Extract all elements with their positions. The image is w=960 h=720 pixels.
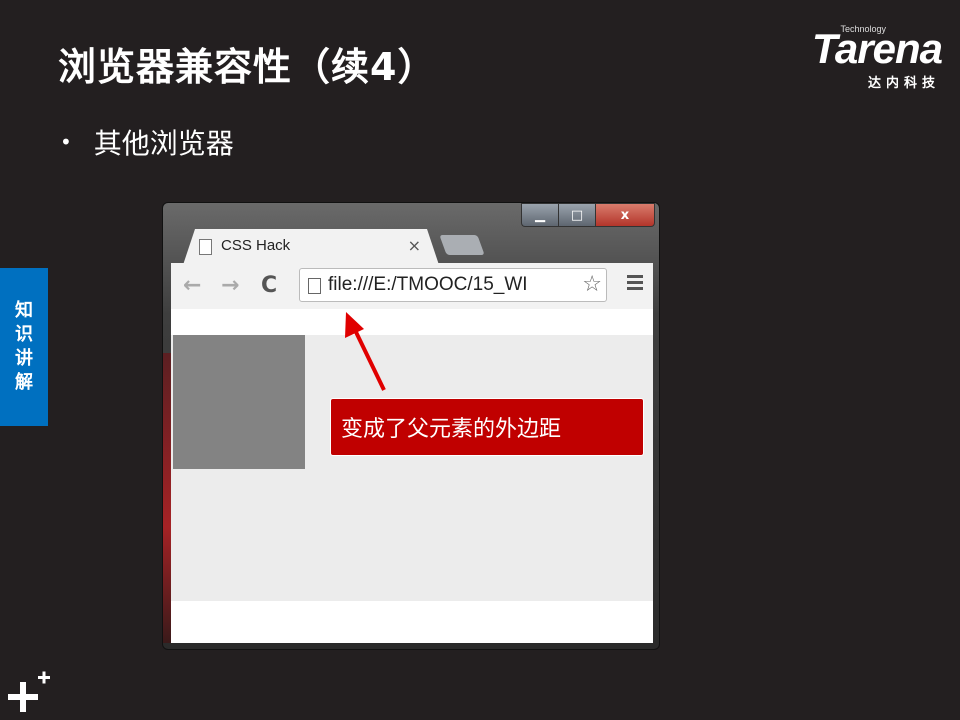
forward-arrow-icon[interactable]: →	[221, 273, 239, 298]
side-tab-char: 解	[15, 372, 33, 393]
tab-title: CSS Hack	[221, 237, 291, 254]
address-bar[interactable]: ☆	[299, 268, 607, 302]
plus-plus-icon	[8, 671, 50, 712]
new-tab-button[interactable]	[439, 235, 485, 255]
slide-title: 浏览器兼容性（续4）	[58, 45, 437, 89]
side-tab: 知 识 讲 解	[0, 268, 48, 426]
page-icon	[199, 239, 212, 255]
side-tab-char: 识	[15, 324, 33, 345]
annotation-callout: 变成了父元素的外边距	[330, 398, 644, 456]
child-box	[173, 335, 305, 469]
page-viewport	[171, 309, 653, 643]
browser-toolbar: ← → C ☆	[171, 263, 653, 309]
bullet-dot-icon: •	[60, 130, 72, 154]
side-tab-char: 讲	[15, 348, 33, 369]
maximize-button[interactable]: □	[558, 203, 595, 227]
minimize-button[interactable]: ▁	[521, 203, 558, 227]
logo-brand: Tarena	[811, 25, 943, 72]
menu-icon[interactable]	[627, 275, 643, 293]
browser-tab[interactable]: CSS Hack ×	[183, 229, 439, 265]
bullet-item: • 其他浏览器	[60, 122, 234, 162]
bookmark-star-icon[interactable]: ☆	[582, 272, 602, 297]
address-input[interactable]	[328, 272, 574, 298]
side-tab-char: 知	[15, 300, 33, 321]
page-icon	[308, 278, 321, 294]
reload-icon[interactable]: C	[261, 273, 277, 298]
logo-cn: 达内科技	[867, 76, 940, 91]
window-controls: ▁ □ x	[521, 203, 655, 227]
back-arrow-icon[interactable]: ←	[183, 273, 201, 298]
bullet-text: 其他浏览器	[93, 127, 234, 160]
tarena-logo: Technology Tarena 达内科技	[784, 22, 944, 91]
tab-close-button[interactable]: ×	[408, 236, 421, 255]
close-window-button[interactable]: x	[595, 203, 655, 227]
